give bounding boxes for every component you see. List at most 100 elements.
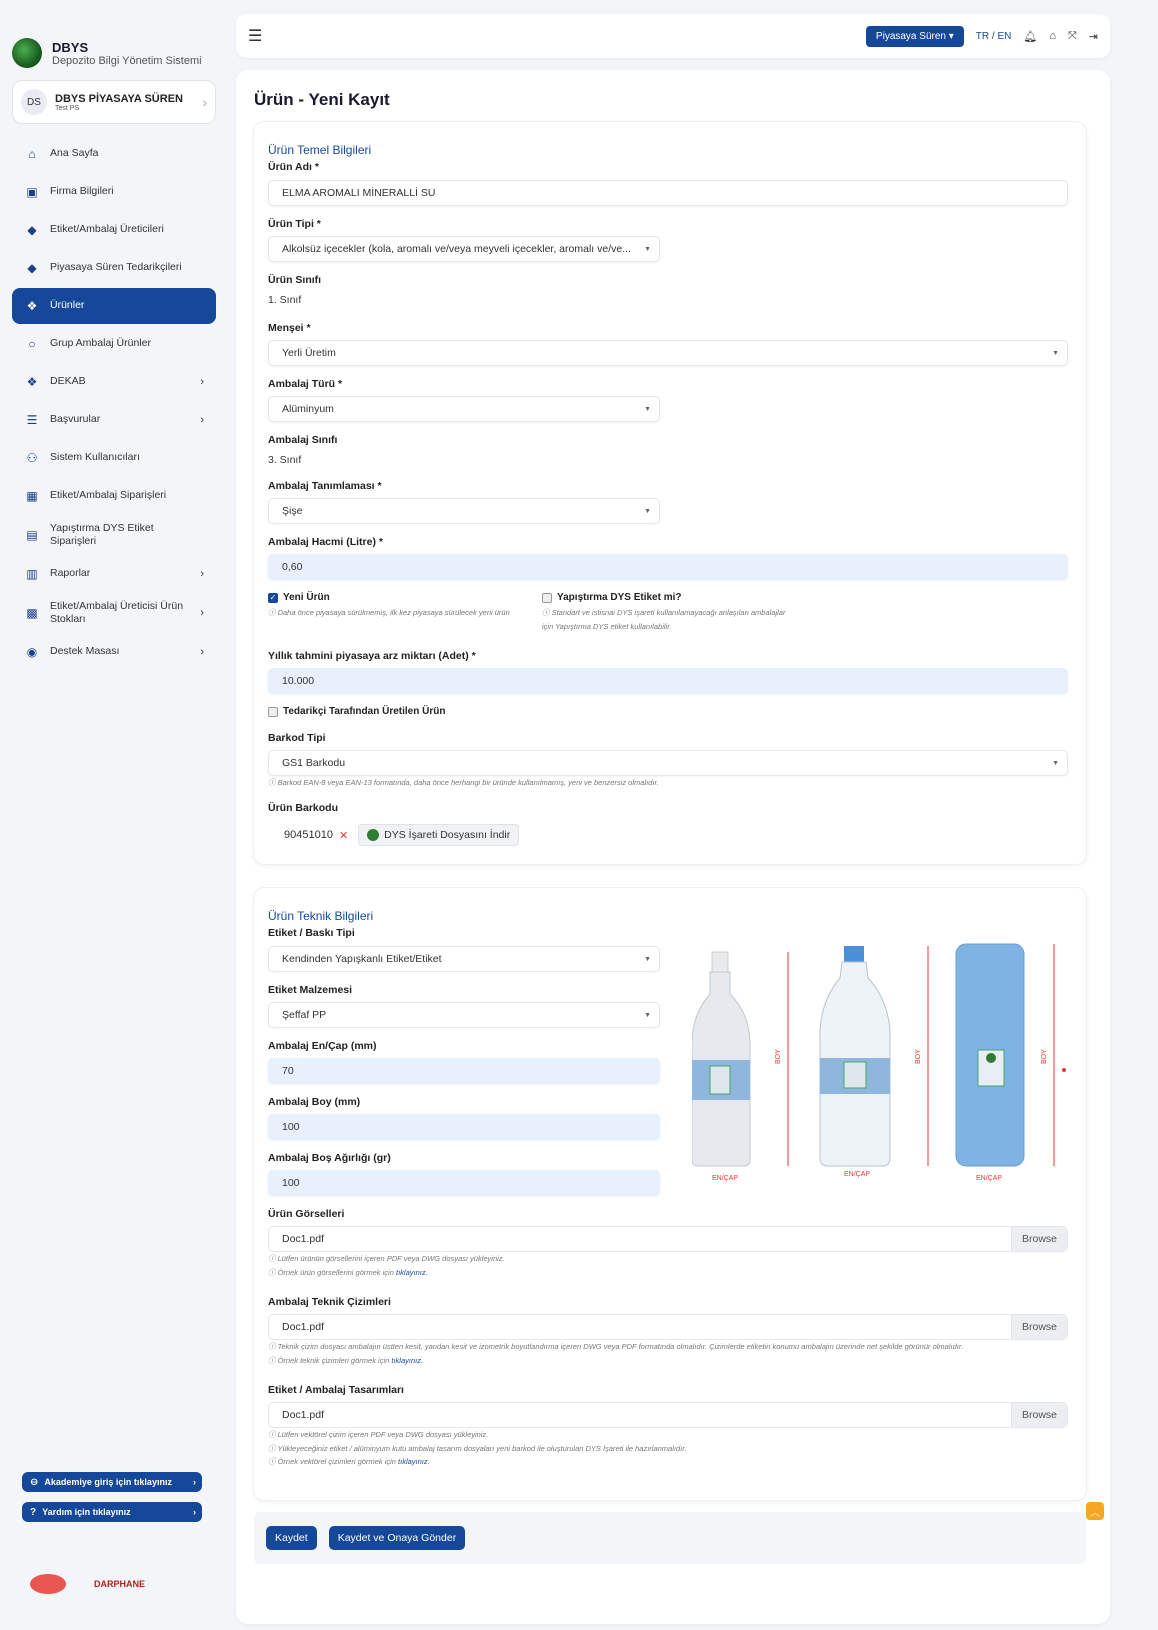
chevron-right-icon: › [200,646,204,658]
sticker-checkbox[interactable]: Yapıştırma DYS Etiket mi? [542,592,682,603]
glass-bottle-illustration [692,951,789,1167]
sidebar-item-applications[interactable]: ☰ Başvurular › [12,402,216,438]
remove-barcode-icon[interactable]: ✕ [339,829,348,842]
package-illustration: BOY BOY BOY EN/ÇAP EN/ÇAP EN/ÇAP [692,943,1066,1182]
images-file-input[interactable]: Doc1.pdf Browse [268,1226,1068,1252]
sidebar-item-company[interactable]: ▣ Firma Bilgileri [12,174,216,210]
new-product-hint: ⓘ Daha önce piyasaya sürülmemiş, ilk kez… [268,608,510,617]
dbys-logo-icon [12,38,42,68]
material-select[interactable]: Şeffaf PP ▼ [268,1002,660,1028]
boy-label-2: BOY [915,1049,922,1064]
sidebar-item-support[interactable]: ◉ Destek Masası › [12,634,216,670]
images-example-link[interactable]: tıklayınız. [396,1268,428,1277]
product-name-input[interactable]: ELMA AROMALI MİNERALLİ SU [268,180,1068,206]
role-dropdown-button[interactable]: Piyasaya Süren ▾ [865,25,964,47]
main-content: Ürün - Yeni Kayıt Ürün Temel Bilgileri Ü… [236,70,1110,1624]
language-switch[interactable]: TR / EN [976,31,1012,42]
sidebar-item-label-orders[interactable]: ▦ Etiket/Ambalaj Siparişleri [12,478,216,514]
home-icon: ⌂ [28,147,36,161]
width-input[interactable]: 70 [268,1058,660,1084]
browse-button[interactable]: Browse [1010,1315,1067,1339]
supplier-produced-checkbox[interactable]: Tedarikçi Tarafından Üretilen Ürün [268,706,445,717]
browse-button[interactable]: Browse [1010,1403,1067,1427]
sidebar-item-label-producers[interactable]: ◆ Etiket/Ambalaj Üreticileri [12,212,216,248]
user-role: Test PS [55,104,80,112]
product-name-label: Ürün Adı * [268,161,319,173]
save-and-send-button[interactable]: Kaydet ve Onaya Gönder [328,1526,466,1550]
home-icon[interactable]: ⌂ [1049,30,1056,42]
sidebar-item-products[interactable]: ❖ Ürünler [12,288,216,324]
origin-label: Menşei * [268,322,311,334]
save-button[interactable]: Kaydet [266,1526,317,1550]
section-title-tech: Ürün Teknik Bilgileri [268,909,374,923]
weight-input[interactable]: 100 [268,1170,660,1196]
sidebar-item-users[interactable]: ⚇ Sistem Kullanıcıları [12,440,216,476]
sticker-hint: ⓘ Standart ve istisnai DYS işareti kulla… [542,608,786,631]
pack-type-select[interactable]: Alüminyum ▼ [268,396,660,422]
cevre-ajansi-logo [30,1574,66,1594]
sidebar-item-reports[interactable]: ▥ Raporlar › [12,556,216,592]
cubes-icon: ❖ [26,375,38,389]
new-product-checkbox[interactable]: ✓ Yeni Ürün [268,592,330,603]
barcode-row: 90451010 ✕ DYS İşareti Dosyasını İndir [284,824,520,846]
sidebar-item-stocks[interactable]: ▩ Etiket/Ambalaj Üreticisi Ürün Stokları › [12,594,216,632]
sidebar-item-dekab[interactable]: ❖ DEKAB › [12,364,216,400]
chevron-right-icon: › [200,414,204,426]
weight-label: Ambalaj Boş Ağırlığı (gr) [268,1152,391,1164]
logout-icon[interactable]: ⇥ [1089,30,1098,43]
annual-input[interactable]: 10.000 [268,668,1068,694]
page-title: Ürün - Yeni Kayıt [254,90,390,109]
print-type-select[interactable]: Kendinden Yapışkanlı Etiket/Etiket ▼ [268,946,660,972]
origin-select[interactable]: Yerli Üretim ▼ [268,340,1068,366]
designs-label: Etiket / Ambalaj Tasarımları [268,1384,404,1396]
chevron-right-icon: › [202,94,207,110]
form-actions: Kaydet Kaydet ve Onaya Gönder [254,1512,1086,1564]
can-illustration [955,943,1066,1167]
dys-logo-icon [367,829,380,841]
scroll-top-button[interactable]: ︿ [1086,1502,1104,1520]
chevron-right-icon: › [193,1477,196,1487]
barcode-type-label: Barkod Tipi [268,732,326,744]
boy-label-3: BOY [1041,1049,1048,1064]
help-button[interactable]: ? Yardım için tıklayınız › [22,1502,202,1522]
drawings-file-input[interactable]: Doc1.pdf Browse [268,1314,1068,1340]
fullscreen-icon[interactable]: ⤧ [1068,30,1077,43]
pack-def-label: Ambalaj Tanımlaması * [268,480,382,492]
academy-button[interactable]: ⊖ Akademiye giriş için tıklayınız › [22,1472,202,1492]
drawings-hint: ⓘ Teknik çizim dosyası ambalajın üstten … [268,1342,964,1365]
en-label-2: EN/ÇAP [844,1171,870,1178]
basic-info-card: Ürün Temel Bilgileri Ürün Adı * ELMA ARO… [254,122,1086,864]
sidebar-links: ⊖ Akademiye giriş için tıklayınız › ? Yardı… [22,1472,202,1532]
user-switcher[interactable]: DS DBYS PİYASAYA SÜREN Test PS › [12,80,216,124]
sidebar-item-sticker-orders[interactable]: ▤ Yapıştırma DYS Etiket Siparişleri [12,516,216,554]
volume-input[interactable]: 0,60 [268,554,1068,580]
browse-button[interactable]: Browse [1010,1227,1067,1251]
sidebar-item-home[interactable]: ⌂ Ana Sayfa [12,136,216,172]
question-icon: ? [30,1506,37,1518]
sidebar-item-suppliers[interactable]: ◆ Piyasaya Süren Tedarikçileri [12,250,216,286]
building-icon: ▥ [26,567,38,581]
checkmark-icon: ✓ [268,592,278,603]
brand[interactable]: DBYS Depozito Bilgi Yönetim Sistemi [0,0,222,72]
caret-down-icon: ▼ [644,245,651,253]
pack-def-select[interactable]: Şişe ▼ [268,498,660,524]
barcode-type-select[interactable]: GS1 Barkodu ▼ [268,750,1068,776]
menu-toggle-icon[interactable]: ☰ [248,26,262,46]
bell-icon[interactable]: 🔔︎ [1023,30,1037,43]
height-label: Ambalaj Boy (mm) [268,1096,361,1108]
images-label: Ürün Görselleri [268,1208,345,1220]
chevron-right-icon: › [200,376,204,388]
caret-down-icon: ▼ [1052,349,1059,357]
designs-file-input[interactable]: Doc1.pdf Browse [268,1402,1068,1428]
sidebar-item-group-packages[interactable]: ○ Grup Ambalaj Ürünler [12,326,216,362]
height-input[interactable]: 100 [268,1114,660,1140]
download-dys-button[interactable]: DYS İşareti Dosyasını İndir [358,824,520,846]
users-icon: ⚇ [26,451,38,465]
sidebar-nav: ⌂ Ana Sayfa ▣ Firma Bilgileri ◆ Etiket/Amba… [12,136,216,672]
images-hint: ⓘ Lütfen ürünün görsellerini içeren PDF … [268,1254,505,1277]
app-subtitle: Depozito Bilgi Yönetim Sistemi [52,54,202,67]
drawings-example-link[interactable]: tıklayınız. [391,1356,423,1365]
designs-example-link[interactable]: tıklayınız. [398,1457,430,1466]
product-type-select[interactable]: Alkolsüz içecekler (kola, aromalı ve/vey… [268,236,660,262]
barcode-value: 90451010 [284,829,333,841]
